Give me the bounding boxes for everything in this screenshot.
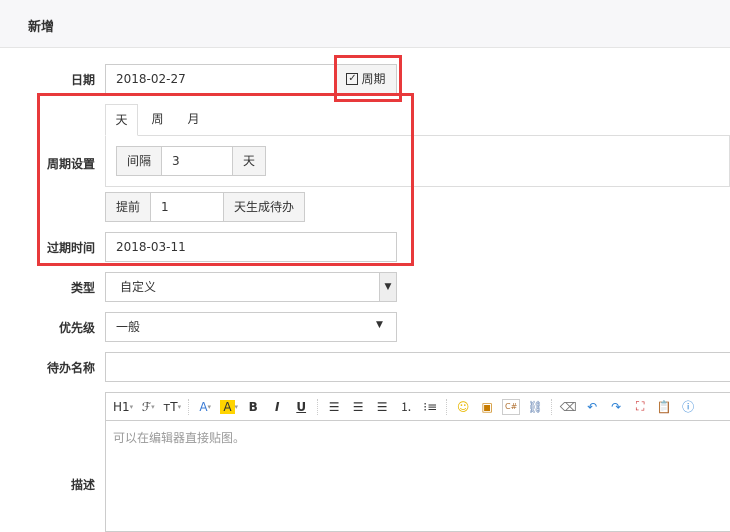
editor-content[interactable]: 可以在编辑器直接贴图。 (106, 421, 730, 531)
eraser-icon[interactable]: ⌫ (559, 394, 577, 420)
code-icon[interactable]: C# (502, 398, 521, 415)
description-label: 描述 (70, 478, 95, 492)
rich-editor: H1 ▾ ℱ ▾ тT ▾ A ▾ A ▾ B I U ☰ ☰ ☰ ⒈ ⁝≡ ☺ ▣ C#… (105, 392, 730, 532)
page-title: 新增 (28, 20, 55, 35)
unordered-list-icon[interactable]: ⁝≡ (421, 394, 439, 420)
image-icon[interactable]: ▣ (478, 394, 496, 420)
redo-icon[interactable]: ↷ (607, 394, 625, 420)
separator (188, 398, 190, 415)
caret-down-icon: ▼ (376, 320, 383, 330)
italic-button[interactable]: I (268, 394, 286, 420)
type-label: 类型 (70, 281, 95, 295)
font-size-icon: тT (163, 399, 178, 414)
help-icon[interactable]: ⓘ (679, 394, 697, 420)
align-center-icon[interactable]: ☰ (349, 394, 367, 420)
font-icon: ℱ (141, 399, 152, 414)
separator (317, 398, 319, 415)
emoji-icon[interactable]: ☺ (454, 394, 472, 420)
undo-icon[interactable]: ↶ (583, 394, 601, 420)
font-size-button[interactable]: тT ▾ (163, 394, 181, 420)
todo-name-label: 待办名称 (46, 361, 95, 375)
align-left-icon[interactable]: ☰ (325, 394, 343, 420)
todo-name-input[interactable] (105, 352, 730, 382)
ordered-list-icon[interactable]: ⒈ (397, 394, 415, 420)
highlight-icon: A (220, 399, 235, 414)
date-label: 日期 (70, 73, 95, 87)
highlight-box-cycle (37, 93, 414, 266)
page-header (0, 0, 730, 48)
bold-button[interactable]: B (244, 394, 262, 420)
type-select[interactable]: 自定义 (105, 272, 397, 302)
separator (446, 398, 448, 415)
bg-color-button[interactable]: A ▾ (220, 394, 238, 420)
link-icon[interactable]: ⛓ (526, 394, 544, 420)
separator (551, 398, 553, 415)
editor-toolbar: H1 ▾ ℱ ▾ тT ▾ A ▾ A ▾ B I U ☰ ☰ ☰ ⒈ ⁝≡ ☺ ▣ C#… (106, 393, 730, 421)
font-family-button[interactable]: ℱ ▾ (139, 394, 157, 420)
date-input[interactable]: 2018-02-27 (105, 64, 336, 94)
underline-button[interactable]: U (292, 394, 310, 420)
priority-label: 优先级 (58, 321, 95, 335)
paste-icon[interactable]: 📋 (655, 394, 673, 420)
fullscreen-icon[interactable]: ⛶ (631, 394, 649, 420)
font-color-icon: A (199, 399, 208, 414)
heading-icon: H1 (113, 399, 130, 414)
heading-button[interactable]: H1 ▾ (113, 394, 133, 420)
font-color-button[interactable]: A ▾ (196, 394, 214, 420)
chevron-down-icon[interactable]: ▼ (379, 273, 396, 301)
align-right-icon[interactable]: ☰ (373, 394, 391, 420)
priority-select[interactable]: 一般 (105, 312, 397, 342)
